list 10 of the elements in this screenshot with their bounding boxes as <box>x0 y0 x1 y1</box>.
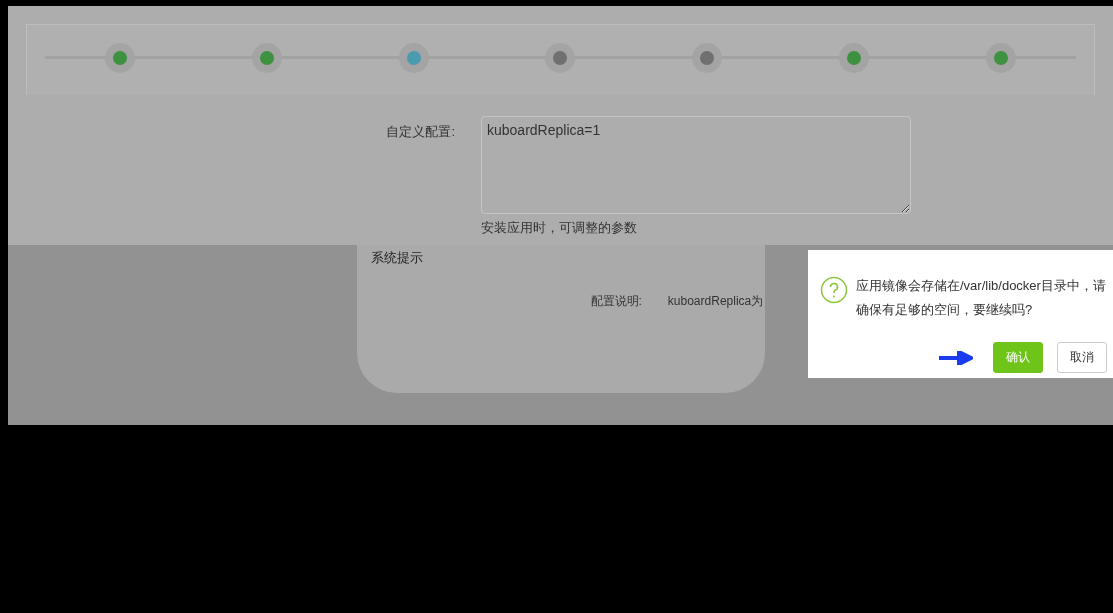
field-value: kuboardReplica为 <box>667 293 764 310</box>
confirm-message: 应用镜像会存储在/var/lib/docker目录中，请确保有足够的空间，要继续吗? <box>856 277 1107 319</box>
field-hint: 安装应用时，可调整的参数 <box>481 219 638 237</box>
config-textarea[interactable]: kuboardReplica=1 <box>481 116 911 214</box>
arrow-icon <box>939 350 973 365</box>
dialog-title: 系统提示 <box>370 249 424 267</box>
field-label: 配置说明: <box>590 293 642 310</box>
question-icon <box>820 276 848 304</box>
cancel-button[interactable]: 取消 <box>1057 342 1107 373</box>
field-label: 自定义配置: <box>385 123 455 141</box>
